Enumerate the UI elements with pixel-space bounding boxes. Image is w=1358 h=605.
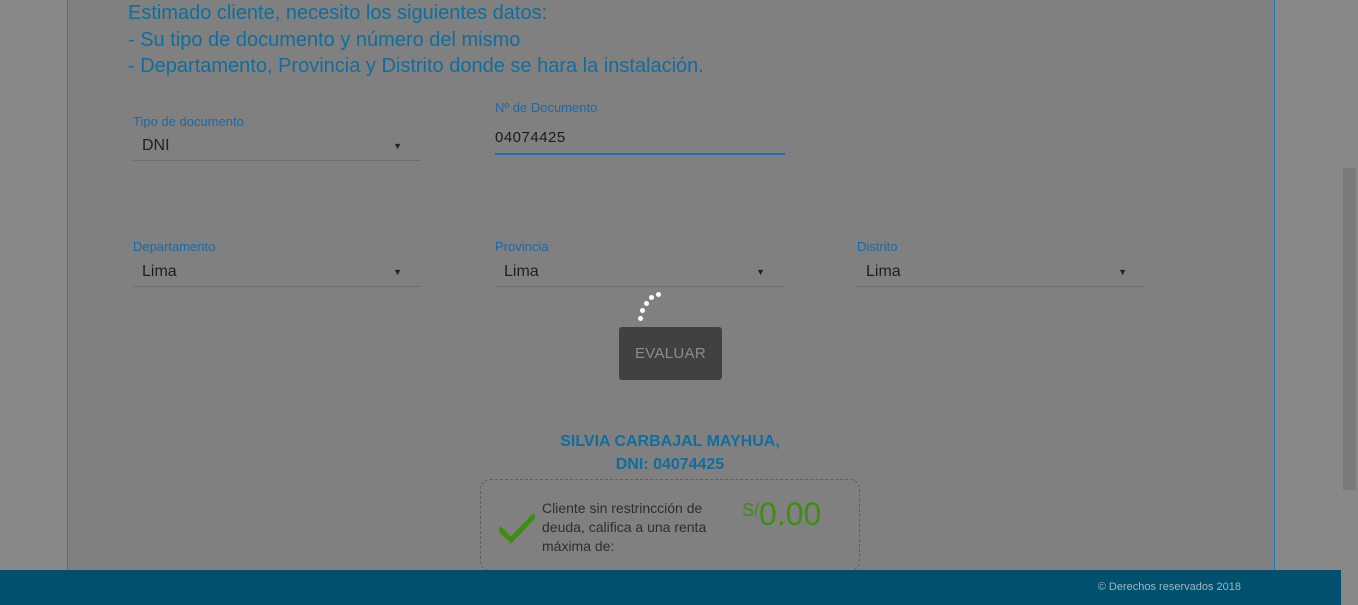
intro-line-1: Estimado cliente, necesito los siguiente… bbox=[128, 2, 548, 24]
distrito-value: Lima bbox=[866, 263, 901, 280]
distrito-field: Distrito Lima ▼ bbox=[857, 239, 1145, 289]
doc-type-select[interactable]: DNI ▼ bbox=[133, 134, 420, 161]
doc-number-field: Nº de Documento 04074425 bbox=[495, 100, 785, 162]
provincia-value: Lima bbox=[504, 263, 539, 280]
doc-type-value: DNI bbox=[142, 137, 170, 154]
doc-type-label: Tipo de documento bbox=[133, 114, 244, 129]
distrito-select[interactable]: Lima ▼ bbox=[857, 260, 1145, 287]
provincia-select[interactable]: Lima ▼ bbox=[495, 260, 783, 287]
evaluar-button[interactable]: EVALUAR bbox=[619, 327, 722, 380]
customer-dni: DNI: 04074425 bbox=[615, 456, 725, 473]
provincia-label: Provincia bbox=[495, 239, 549, 254]
intro-line-2: - Su tipo de documento y número del mism… bbox=[128, 28, 521, 51]
chevron-down-icon: ▼ bbox=[393, 267, 402, 277]
departamento-select[interactable]: Lima ▼ bbox=[133, 260, 420, 287]
departamento-label: Departamento bbox=[133, 239, 216, 254]
customer-info: SILVIA CARBAJAL MAYHUA, DNI: 04074425 bbox=[470, 430, 870, 476]
customer-name: SILVIA CARBAJAL MAYHUA, bbox=[560, 433, 780, 450]
doc-number-value: 04074425 bbox=[495, 129, 566, 146]
provincia-field: Provincia Lima ▼ bbox=[495, 239, 783, 289]
intro-text: Estimado cliente, necesito los siguiente… bbox=[128, 0, 1028, 80]
chevron-down-icon: ▼ bbox=[1118, 267, 1127, 277]
check-icon bbox=[499, 514, 535, 544]
doc-number-label: Nº de Documento bbox=[495, 100, 598, 115]
max-rent-amount: S/0.00 bbox=[742, 496, 821, 533]
scrollbar-thumb[interactable] bbox=[1343, 168, 1356, 490]
departamento-value: Lima bbox=[142, 263, 177, 280]
amount-value: 0.00 bbox=[759, 496, 822, 532]
departamento-field: Departamento Lima ▼ bbox=[133, 239, 420, 289]
copyright-text: © Derechos reservados 2018 bbox=[1097, 581, 1241, 593]
chevron-down-icon: ▼ bbox=[393, 141, 402, 151]
vertical-scrollbar[interactable] bbox=[1341, 0, 1358, 605]
evaluation-result: Cliente sin restrincción de deuda, calif… bbox=[480, 479, 860, 571]
loading-spinner-icon bbox=[636, 292, 666, 328]
currency-symbol: S/ bbox=[742, 500, 760, 520]
doc-number-input[interactable]: 04074425 bbox=[495, 125, 785, 155]
result-message: Cliente sin restrincción de deuda, calif… bbox=[542, 500, 707, 554]
chevron-down-icon: ▼ bbox=[756, 267, 765, 277]
doc-type-field: Tipo de documento DNI ▼ bbox=[133, 114, 420, 164]
intro-line-3: - Departamento, Provincia y Distrito don… bbox=[128, 55, 704, 77]
distrito-label: Distrito bbox=[857, 239, 898, 254]
footer: © Derechos reservados 2018 bbox=[0, 570, 1341, 605]
